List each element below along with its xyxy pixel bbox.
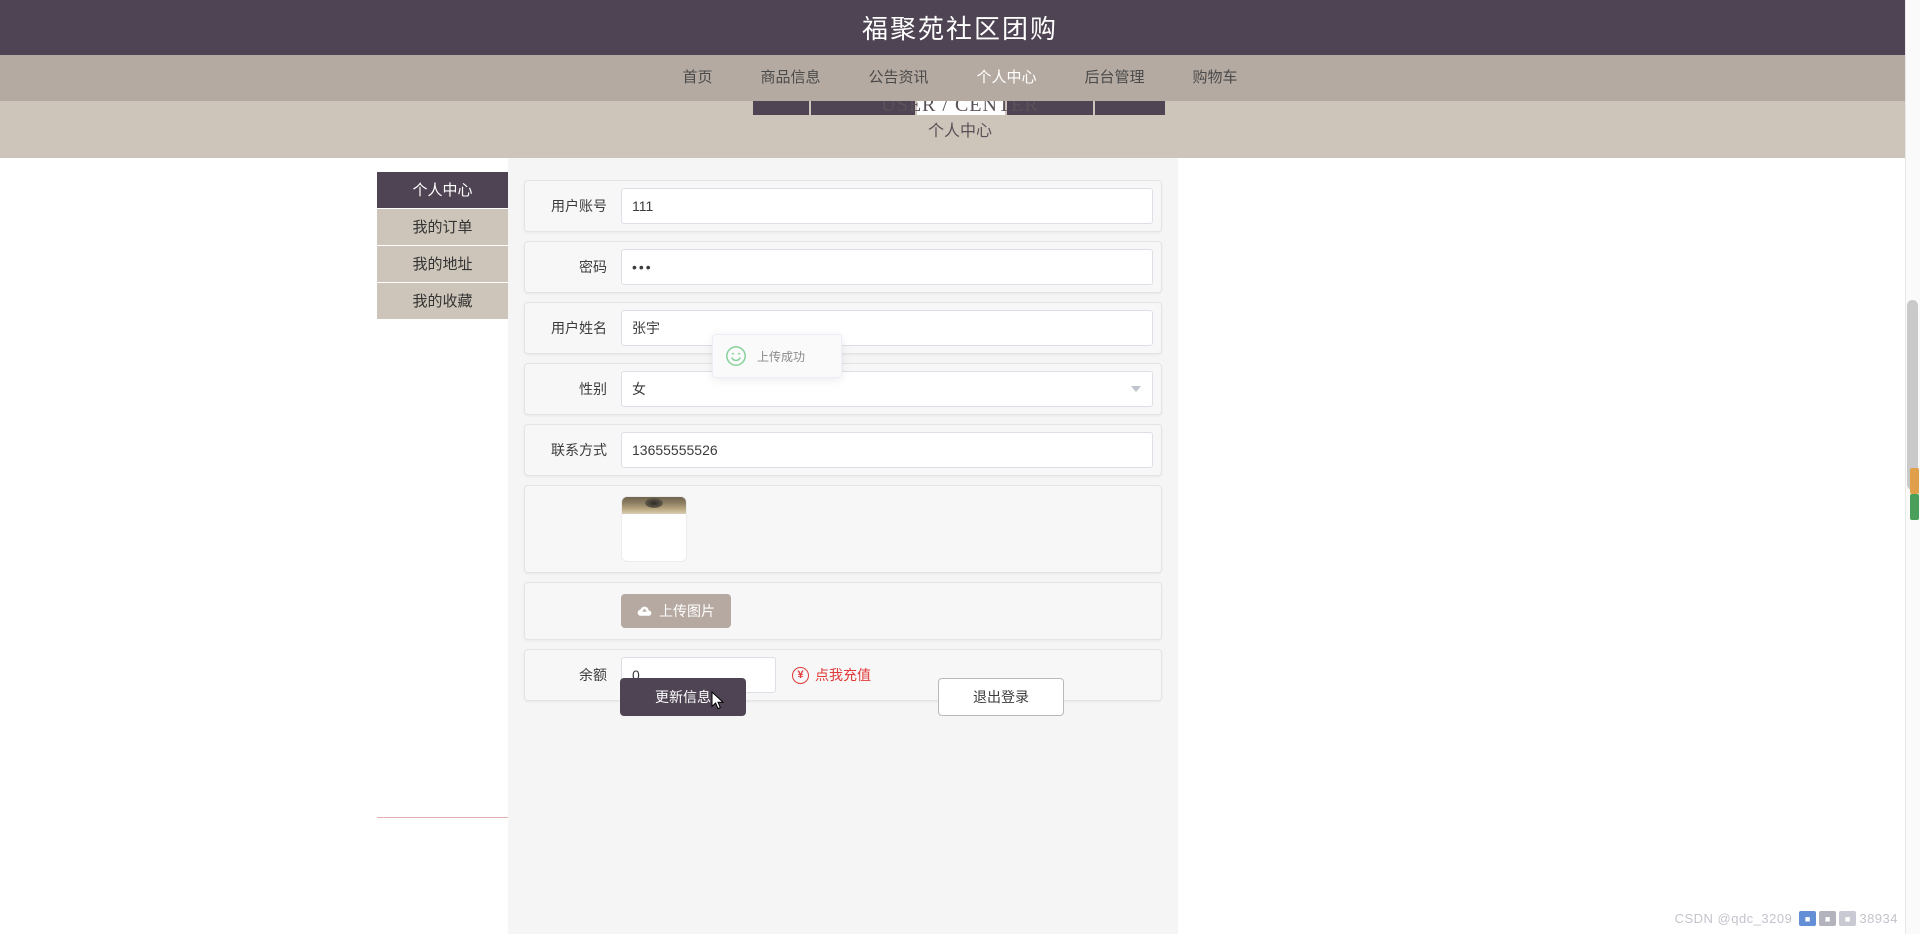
nav-item-user-center[interactable]: 个人中心 bbox=[953, 55, 1061, 101]
account-field bbox=[621, 188, 1153, 224]
page-root: 福聚苑社区团购 首页 商品信息 公告资讯 个人中心 后台管理 购物车 USER … bbox=[0, 0, 1920, 934]
gender-label: 性别 bbox=[533, 379, 621, 399]
site-header: 福聚苑社区团购 bbox=[0, 0, 1920, 55]
account-label: 用户账号 bbox=[533, 196, 621, 216]
update-info-button[interactable]: 更新信息 bbox=[620, 678, 746, 716]
form-row-account: 用户账号 bbox=[524, 180, 1162, 232]
scrollbar-mark-green bbox=[1910, 494, 1919, 520]
contact-input[interactable] bbox=[621, 432, 1153, 468]
nav-item-announcements[interactable]: 公告资讯 bbox=[844, 55, 952, 101]
upload-button-label: 上传图片 bbox=[659, 601, 715, 621]
user-sidebar: 个人中心 我的订单 我的地址 我的收藏 bbox=[377, 172, 508, 320]
password-label: 密码 bbox=[533, 257, 621, 277]
mouse-cursor bbox=[711, 691, 725, 711]
watermark-badge-1: ■ bbox=[1799, 911, 1816, 926]
nav-items: 首页 商品信息 公告资讯 个人中心 后台管理 购物车 bbox=[658, 55, 1261, 101]
avatar-field bbox=[621, 496, 1153, 562]
upload-image-button[interactable]: 上传图片 bbox=[621, 594, 731, 628]
form-row-upload: 上传图片 bbox=[524, 582, 1162, 640]
banner-english-title: USER / CENTER bbox=[0, 101, 1920, 119]
watermark-suffix: 38934 bbox=[1859, 911, 1898, 926]
form-actions: 更新信息 退出登录 bbox=[524, 678, 1162, 718]
name-field bbox=[621, 310, 1153, 346]
nav-item-cart[interactable]: 购物车 bbox=[1169, 55, 1262, 101]
nav-item-admin[interactable]: 后台管理 bbox=[1061, 55, 1169, 101]
banner-chinese-title: 个人中心 bbox=[0, 119, 1920, 145]
watermark-badge-2: ■ bbox=[1819, 911, 1836, 926]
contact-field bbox=[621, 432, 1153, 468]
page-title: 福聚苑社区团购 bbox=[862, 9, 1058, 46]
toast-message: 上传成功 bbox=[757, 348, 805, 365]
contact-label: 联系方式 bbox=[533, 440, 621, 460]
page-banner: USER / CENTER 个人中心 bbox=[0, 101, 1920, 158]
main-navigation: 首页 商品信息 公告资讯 个人中心 后台管理 购物车 bbox=[0, 55, 1920, 101]
account-input[interactable] bbox=[621, 188, 1153, 224]
page-scrollbar[interactable] bbox=[1905, 0, 1920, 934]
profile-form: 用户账号 密码 用户姓名 bbox=[524, 180, 1162, 710]
csdn-watermark: CSDN @qdc_3209 ■ ■ ■ 38934 bbox=[1675, 911, 1898, 926]
scrollbar-thumb[interactable] bbox=[1907, 300, 1918, 490]
avatar-image bbox=[622, 497, 686, 514]
name-label: 用户姓名 bbox=[533, 318, 621, 338]
avatar-thumbnail[interactable] bbox=[621, 496, 687, 562]
upload-field: 上传图片 bbox=[621, 594, 1153, 628]
form-row-gender: 性别 bbox=[524, 363, 1162, 415]
watermark-badges: ■ ■ ■ bbox=[1799, 911, 1856, 926]
cloud-upload-icon bbox=[637, 605, 652, 617]
nav-item-products[interactable]: 商品信息 bbox=[736, 55, 844, 101]
sidebar-item-user-center[interactable]: 个人中心 bbox=[377, 172, 508, 209]
password-input[interactable] bbox=[621, 249, 1153, 285]
logout-button[interactable]: 退出登录 bbox=[938, 678, 1064, 716]
gender-select[interactable] bbox=[621, 371, 1153, 407]
scrollbar-mark-orange bbox=[1910, 468, 1919, 494]
sidebar-item-my-address[interactable]: 我的地址 bbox=[377, 246, 508, 283]
form-row-avatar bbox=[524, 485, 1162, 573]
gender-field bbox=[621, 371, 1153, 407]
sidebar-rail bbox=[377, 320, 508, 818]
password-field bbox=[621, 249, 1153, 285]
sidebar-item-my-favorites[interactable]: 我的收藏 bbox=[377, 283, 508, 320]
form-row-name: 用户姓名 bbox=[524, 302, 1162, 354]
form-row-contact: 联系方式 bbox=[524, 424, 1162, 476]
watermark-text: CSDN @qdc_3209 bbox=[1675, 911, 1793, 926]
user-center-panel: 用户账号 密码 用户姓名 bbox=[508, 158, 1178, 934]
page-body: 个人中心 我的订单 我的地址 我的收藏 用户账号 密码 bbox=[0, 158, 1920, 934]
form-row-password: 密码 bbox=[524, 241, 1162, 293]
watermark-badge-3: ■ bbox=[1839, 911, 1856, 926]
nav-item-home[interactable]: 首页 bbox=[658, 55, 736, 101]
smiley-success-icon bbox=[725, 345, 747, 367]
name-input[interactable] bbox=[621, 310, 1153, 346]
sidebar-item-my-orders[interactable]: 我的订单 bbox=[377, 209, 508, 246]
toast-notification: 上传成功 bbox=[712, 334, 842, 378]
banner-text: USER / CENTER 个人中心 bbox=[0, 101, 1920, 145]
